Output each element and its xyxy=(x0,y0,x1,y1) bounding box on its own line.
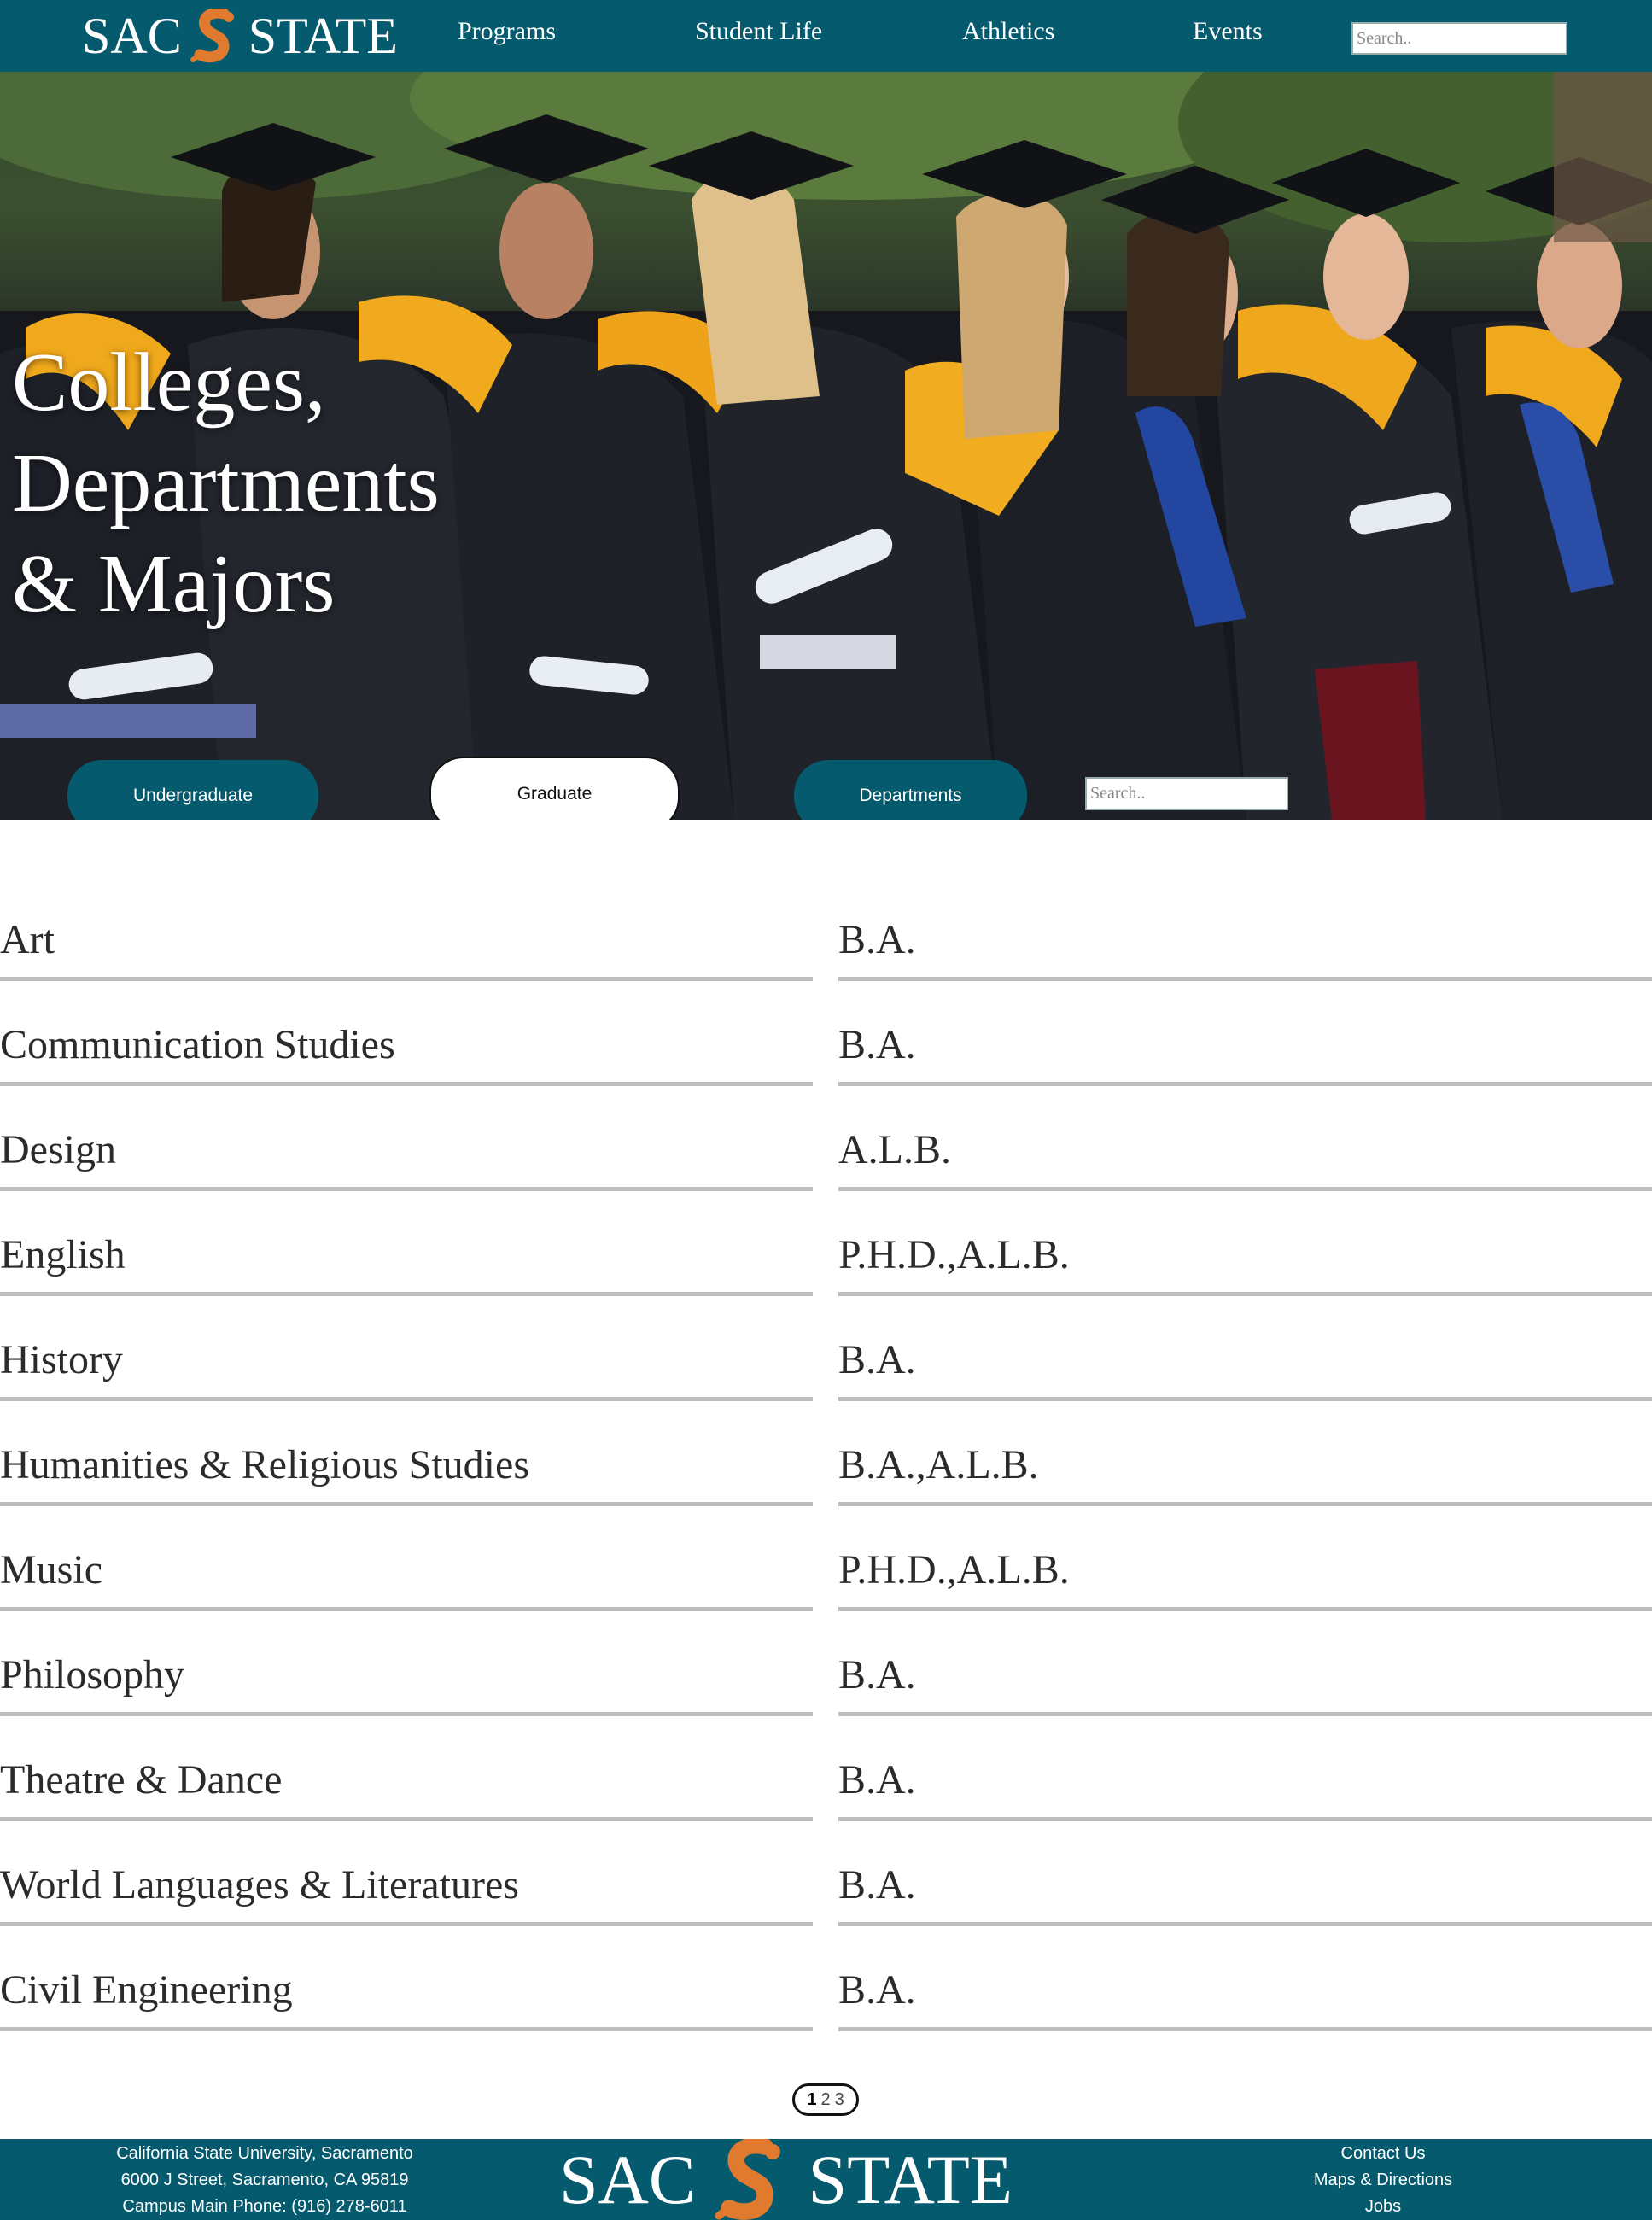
hero-title-line: & Majors xyxy=(12,538,336,630)
hero-title-line: Colleges, xyxy=(12,336,326,429)
row-divider xyxy=(0,1922,813,1926)
logo-text-sac: SAC xyxy=(559,2141,696,2218)
nav-programs[interactable]: Programs xyxy=(458,17,556,46)
hornet-s-icon xyxy=(189,7,242,63)
program-name[interactable]: Civil Engineering xyxy=(0,1966,293,2013)
program-name[interactable]: Art xyxy=(0,916,55,963)
program-degree: P.H.D.,A.L.B. xyxy=(838,1232,1070,1277)
program-name[interactable]: Humanities & Religious Studies xyxy=(0,1441,529,1488)
program-name[interactable]: World Languages & Literatures xyxy=(0,1861,519,1908)
program-name[interactable]: History xyxy=(0,1336,123,1383)
sac-state-logo[interactable]: SAC STATE xyxy=(82,5,398,67)
logo-text-state: STATE xyxy=(248,7,398,64)
program-degree: B.A. xyxy=(838,1862,916,1908)
row-divider xyxy=(0,1712,813,1716)
row-divider xyxy=(0,1607,813,1611)
program-row[interactable]: World Languages & Literatures B.A. xyxy=(0,1826,1652,1931)
row-divider xyxy=(838,1607,1652,1611)
nav-athletics[interactable]: Athletics xyxy=(962,17,1054,46)
row-divider xyxy=(838,2027,1652,2031)
program-row[interactable]: Humanities & Religious Studies B.A.,A.L.… xyxy=(0,1405,1652,1511)
program-name[interactable]: Philosophy xyxy=(0,1651,184,1698)
program-row[interactable]: Philosophy B.A. xyxy=(0,1616,1652,1721)
row-divider xyxy=(838,1817,1652,1821)
footer-link-maps-directions[interactable]: Maps & Directions xyxy=(1264,2167,1503,2194)
program-search-input[interactable] xyxy=(1085,777,1288,810)
program-row[interactable]: History B.A. xyxy=(0,1300,1652,1406)
row-divider xyxy=(838,977,1652,981)
program-row[interactable]: Civil Engineering B.A. xyxy=(0,1931,1652,2036)
row-divider xyxy=(0,1502,813,1506)
row-divider xyxy=(838,1502,1652,1506)
program-degree: B.A. xyxy=(838,1967,916,2013)
row-divider xyxy=(838,1922,1652,1926)
logo-text-sac: SAC xyxy=(82,7,182,64)
program-row[interactable]: Music P.H.D.,A.L.B. xyxy=(0,1511,1652,1616)
program-degree: B.A. xyxy=(838,917,916,962)
nav-student-life[interactable]: Student Life xyxy=(695,17,822,46)
footer-link-jobs[interactable]: Jobs xyxy=(1264,2194,1503,2220)
nav-events[interactable]: Events xyxy=(1193,17,1263,46)
program-degree: B.A. xyxy=(838,1652,916,1697)
hornet-s-icon xyxy=(709,2137,795,2221)
tab-undergraduate[interactable]: Undergraduate xyxy=(67,760,318,820)
program-row[interactable]: Theatre & Dance B.A. xyxy=(0,1721,1652,1826)
tab-departments[interactable]: Departments xyxy=(794,760,1027,820)
footer-address: California State University, Sacramento … xyxy=(85,2141,444,2220)
row-divider xyxy=(838,1292,1652,1296)
address-line: 6000 J Street, Sacramento, CA 95819 xyxy=(120,2171,409,2189)
address-line: California State University, Sacramento xyxy=(116,2144,413,2163)
hero-title: Colleges, Departments & Majors xyxy=(12,332,610,634)
program-degree: B.A. xyxy=(838,1757,916,1803)
row-divider xyxy=(0,1817,813,1821)
footer-link-contact-us[interactable]: Contact Us xyxy=(1264,2141,1503,2167)
tab-graduate[interactable]: Graduate xyxy=(429,757,680,820)
row-divider xyxy=(0,1082,813,1086)
row-divider xyxy=(838,1397,1652,1401)
row-divider xyxy=(0,1187,813,1191)
program-degree: B.A. xyxy=(838,1022,916,1067)
header-search-input[interactable] xyxy=(1351,22,1567,55)
program-row[interactable]: Design A.L.B. xyxy=(0,1090,1652,1196)
program-name[interactable]: Communication Studies xyxy=(0,1021,395,1068)
program-row[interactable]: Art B.A. xyxy=(0,880,1652,986)
top-nav-bar: SAC STATE Programs Student Life Athletic… xyxy=(0,0,1652,72)
program-name[interactable]: Design xyxy=(0,1126,116,1173)
page-link-1[interactable]: 1 xyxy=(807,2090,816,2110)
logo-text-state: STATE xyxy=(808,2141,1013,2218)
address-line: Campus Main Phone: (916) 278-6011 xyxy=(122,2197,407,2216)
program-degree: A.L.B. xyxy=(838,1127,951,1172)
footer-links: Contact Us Maps & Directions Jobs xyxy=(1264,2141,1503,2220)
hero-title-line: Departments xyxy=(12,437,440,529)
program-name[interactable]: English xyxy=(0,1231,126,1278)
row-divider xyxy=(0,2027,813,2031)
page-link-3[interactable]: 3 xyxy=(835,2090,844,2110)
hero-banner: Colleges, Departments & Majors Undergrad… xyxy=(0,72,1652,820)
program-degree: P.H.D.,A.L.B. xyxy=(838,1547,1070,1592)
program-row[interactable]: English P.H.D.,A.L.B. xyxy=(0,1195,1652,1301)
row-divider xyxy=(0,1292,813,1296)
program-degree: B.A. xyxy=(838,1337,916,1382)
program-row[interactable]: Communication Studies B.A. xyxy=(0,985,1652,1091)
footer: California State University, Sacramento … xyxy=(0,2137,1652,2221)
program-degree: B.A.,A.L.B. xyxy=(838,1442,1039,1487)
row-divider xyxy=(0,977,813,981)
footer-logo[interactable]: SAC STATE xyxy=(559,2137,1013,2221)
program-name[interactable]: Theatre & Dance xyxy=(0,1756,282,1803)
pagination: 1 2 3 xyxy=(792,2083,859,2116)
row-divider xyxy=(838,1712,1652,1716)
row-divider xyxy=(838,1082,1652,1086)
row-divider xyxy=(0,1397,813,1401)
row-divider xyxy=(838,1187,1652,1191)
program-name[interactable]: Music xyxy=(0,1546,102,1593)
page-link-2[interactable]: 2 xyxy=(820,2090,830,2110)
